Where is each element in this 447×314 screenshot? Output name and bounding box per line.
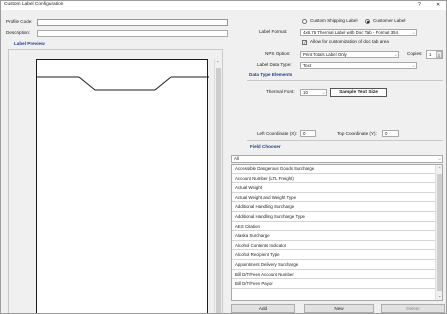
new-button[interactable]: New [304, 304, 374, 313]
scroll-up-icon[interactable]: ⌃ [216, 60, 219, 65]
list-item[interactable]: Actual Weight and Weight Type [232, 193, 435, 203]
label-doc-tab-outline [37, 76, 209, 91]
allow-customization-checkbox[interactable]: ✓ [302, 40, 307, 45]
data-type-elements-title: Data Type Elements [249, 72, 293, 77]
list-item[interactable]: Additional Handling Surcharge Type [232, 213, 435, 222]
label-preview-canvas [36, 59, 209, 313]
data-type-elements-group: Thermal Font: 10 ⌵ Sample Text Size Left … [247, 80, 443, 141]
top-coordinate-label: Top Coordinate (Y): [337, 131, 377, 136]
field-list[interactable]: Accessible Dangerous Goods Surcharge Acco… [231, 164, 443, 301]
close-icon[interactable]: ✕ [436, 2, 440, 8]
description-label: Description: [6, 30, 31, 35]
add-button[interactable]: Add [231, 304, 295, 313]
field-chooser-title: Field Chooser [250, 144, 281, 149]
scroll-down-icon[interactable]: ⌄ [438, 293, 441, 298]
label-data-type-select[interactable]: Text ⌵ [300, 62, 417, 69]
list-item[interactable]: Appointment Delivery Surcharge [232, 261, 435, 270]
field-filter-select[interactable]: All ⌵ [231, 155, 443, 163]
profile-code-label: Profile Code: [6, 19, 33, 24]
nps-option-select[interactable]: Print Totals Label Only ⌵ [300, 51, 399, 58]
list-item[interactable]: Alcohol Contents Indicator [232, 241, 435, 251]
nps-option-label: NPS Option: [265, 51, 291, 56]
thermal-font-select[interactable]: 10 ⌵ [300, 89, 327, 96]
field-list-rows: Accessible Dangerous Goods Surcharge Acco… [232, 165, 435, 300]
profile-code-input[interactable] [37, 19, 228, 26]
copies-label: Copies: [407, 51, 423, 56]
custom-shipping-label-radio[interactable] [302, 19, 307, 24]
window-title: Custom Label Configuration [4, 2, 64, 7]
label-format-select[interactable]: 4x6.75 Thermal Label with Doc Tab - Form… [300, 29, 417, 36]
list-item[interactable]: Additional Handling Surcharge [232, 203, 435, 212]
label-preview-title: Label Preview [14, 41, 45, 46]
list-item[interactable]: AES Citation [232, 222, 435, 232]
list-item[interactable]: Actual Weight [232, 184, 435, 193]
delete-button[interactable]: Delete [381, 304, 445, 313]
custom-label-configuration-window: Custom Label Configuration ? ✕ Profile C… [0, 0, 447, 314]
title-bar: Custom Label Configuration ? ✕ [1, 1, 446, 10]
customer-label-text: Customer Label [373, 18, 406, 23]
custom-shipping-label-text: Custom Shipping Label [310, 18, 358, 23]
list-item[interactable]: Bill D/T/Fees Account Number [232, 270, 435, 280]
help-button[interactable]: ? [418, 2, 421, 8]
list-item[interactable]: Bill D/T/Fees Payor [232, 280, 435, 289]
label-format-label: Label Format: [259, 29, 288, 34]
label-preview-group: ⌃ [8, 49, 223, 313]
scroll-up-icon[interactable]: ⌃ [438, 166, 441, 171]
list-item[interactable]: Account Number (LTL Freight) [232, 174, 435, 184]
list-item[interactable]: Alcohol Recipient Type [232, 251, 435, 260]
field-list-scrollbar[interactable]: ⌃ ⌄ [435, 165, 442, 300]
chevron-down-icon: ⌵ [411, 63, 415, 68]
sample-text-size-box: Sample Text Size [330, 88, 387, 97]
top-coordinate-input[interactable]: 0 [382, 130, 399, 137]
chevron-down-icon: ⌵ [321, 90, 325, 95]
left-coordinate-label: Left Coordinate (X): [257, 131, 298, 136]
customer-label-radio[interactable] [365, 19, 370, 24]
allow-customization-text: Allow for customization of doc tab area [310, 39, 389, 44]
thermal-font-label: Thermal Font: [266, 89, 295, 94]
chevron-down-icon: ⌵ [437, 156, 441, 161]
spinner-arrows-icon[interactable]: ⇕ [436, 51, 442, 58]
description-input[interactable] [37, 30, 228, 37]
scrollbar-thumb[interactable] [216, 68, 221, 313]
copies-spinner[interactable]: 1 ⇕ [426, 50, 443, 59]
list-item[interactable]: Accessible Dangerous Goods Surcharge [232, 165, 435, 174]
preview-scrollbar[interactable]: ⌃ [214, 59, 221, 313]
label-data-type-label: Label Data Type: [257, 62, 292, 67]
scrollbar-thumb[interactable] [437, 174, 442, 291]
list-item[interactable]: Alaska Surcharge [232, 232, 435, 241]
left-coordinate-input[interactable]: 0 [300, 130, 316, 137]
chevron-down-icon: ⌵ [393, 52, 397, 57]
chevron-down-icon: ⌵ [411, 30, 415, 35]
